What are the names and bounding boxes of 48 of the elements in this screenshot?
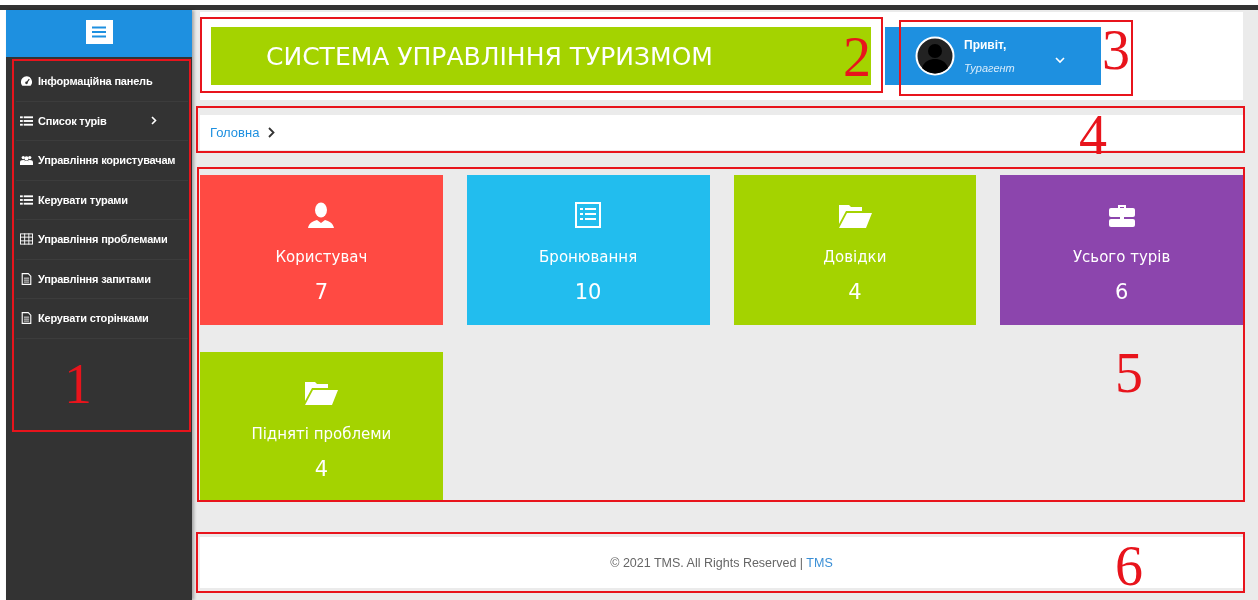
briefcase-icon	[1107, 202, 1136, 228]
sidebar-item[interactable]: Керувати сторінками	[16, 299, 188, 339]
tile-count: 7	[314, 280, 329, 304]
chevron-icon	[268, 127, 276, 138]
document-icon	[20, 272, 33, 285]
dashboard-icon	[20, 75, 33, 88]
tile-label: Усього турів	[1072, 248, 1171, 266]
sidebar-item[interactable]: Управління користувачам	[16, 141, 188, 181]
sidebar-item[interactable]: Список турів	[16, 101, 188, 141]
annotation-number: 2	[843, 29, 871, 85]
list-icon	[574, 202, 603, 228]
tile-count: 4	[314, 457, 329, 481]
sidebar-item[interactable]: Інформаційна панель	[16, 62, 188, 102]
menu-button[interactable]	[85, 19, 113, 44]
annotation-number: 5	[1115, 345, 1143, 401]
tile-label: Підняті проблеми	[251, 425, 392, 443]
folder-icon	[837, 202, 872, 228]
annotation-number: 3	[1102, 22, 1130, 78]
annotation-number: 4	[1079, 107, 1107, 163]
footer-link[interactable]: TMS	[806, 555, 833, 570]
stat-tile[interactable]: Користувач 7	[200, 175, 443, 325]
list-icon	[20, 114, 33, 127]
stat-tile[interactable]: Усього турів 6	[1000, 175, 1243, 325]
sidebar-item[interactable]: Управління запитами	[16, 259, 188, 299]
sidebar-item[interactable]: Керувати турами	[16, 180, 188, 220]
annotation-number: 1	[64, 356, 92, 412]
avatar-icon	[915, 36, 955, 76]
sidebar-item[interactable]: Управління проблемами	[16, 220, 188, 260]
copyright-text: © 2021 TMS. All Rights Reserved | TMS	[610, 555, 833, 570]
list-icon	[20, 193, 33, 206]
user-panel[interactable]: Привіт, Турагент	[885, 27, 1101, 85]
user-role: Турагент	[964, 62, 1015, 74]
user-icon	[307, 202, 336, 228]
tile-count: 10	[574, 280, 602, 304]
greeting-text: Привіт,	[964, 38, 1008, 52]
annotation-number: 6	[1115, 538, 1143, 594]
folder-icon	[304, 379, 339, 405]
document-icon	[20, 312, 33, 325]
tile-label: Користувач	[275, 248, 368, 266]
users-icon	[20, 154, 33, 167]
tile-count: 4	[848, 280, 862, 304]
breadcrumb-link[interactable]: Головна	[210, 125, 260, 140]
caret-icon	[1054, 56, 1065, 64]
tile-label: Бронювання	[539, 248, 638, 266]
tile-label: Довідки	[823, 248, 887, 266]
hamburger-icon	[92, 25, 106, 38]
tile-count: 6	[1114, 280, 1129, 304]
table-icon	[20, 233, 33, 246]
